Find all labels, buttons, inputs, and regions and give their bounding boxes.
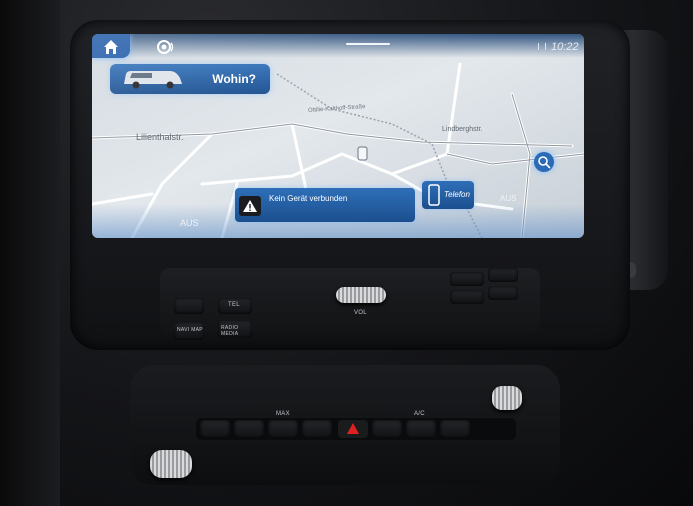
drag-handle[interactable] bbox=[346, 43, 390, 45]
volume-knob[interactable] bbox=[336, 287, 386, 303]
notification-banner[interactable]: Kein Gerät verbunden bbox=[235, 188, 415, 222]
tel-label: TEL bbox=[228, 302, 240, 308]
map-settings-icon bbox=[538, 156, 551, 169]
rear-climate-button[interactable] bbox=[440, 420, 470, 438]
airflow-button[interactable] bbox=[302, 420, 332, 438]
right-temperature-knob[interactable] bbox=[492, 386, 522, 410]
car-button[interactable] bbox=[450, 290, 484, 304]
home-icon bbox=[104, 40, 118, 54]
warning-badge bbox=[239, 196, 261, 216]
clock: 10:22 bbox=[551, 41, 579, 53]
seat-heat-button[interactable] bbox=[200, 420, 230, 438]
left-temperature-knob[interactable] bbox=[150, 450, 192, 478]
signal-icon bbox=[538, 43, 546, 50]
phone-button[interactable]: Telefon bbox=[422, 181, 474, 209]
volume-label: VOL bbox=[354, 310, 367, 316]
destination-button[interactable]: Wohin? bbox=[110, 64, 270, 94]
tel-button[interactable]: TEL bbox=[218, 298, 252, 314]
hazard-icon bbox=[347, 423, 359, 434]
voice-assistant-button[interactable] bbox=[156, 39, 178, 55]
phone-icon bbox=[428, 184, 440, 206]
left-status-label[interactable]: AUS bbox=[180, 218, 199, 228]
home-button[interactable] bbox=[92, 34, 130, 58]
infotainment-screen[interactable]: 10:22 Wohin? Lilienthalstr. Lindberghstr… bbox=[92, 34, 584, 238]
back-button[interactable] bbox=[450, 272, 484, 286]
street-label-lilienthal: Lilienthalstr. bbox=[136, 132, 184, 142]
ac-label: A/C bbox=[414, 411, 425, 417]
van-icon bbox=[124, 71, 182, 89]
camera-button[interactable] bbox=[174, 298, 204, 314]
phone-label: Telefon bbox=[444, 190, 470, 199]
hazard-button[interactable] bbox=[338, 420, 368, 438]
notification-text: Kein Gerät verbunden bbox=[269, 194, 348, 203]
map-options-button[interactable] bbox=[534, 152, 554, 172]
radio-label: RADIO MEDIA bbox=[221, 325, 239, 337]
right-status-label[interactable]: AUS bbox=[500, 194, 516, 203]
warning-icon bbox=[243, 200, 257, 212]
street-label-lindbergh: Lindberghstr. bbox=[442, 126, 483, 133]
front-defrost-button[interactable]: MAX bbox=[268, 411, 298, 438]
defrost-label: MAX bbox=[276, 411, 290, 417]
destination-label: Wohin? bbox=[212, 72, 256, 86]
navi-label: NAVI MAP bbox=[177, 327, 203, 333]
navi-button[interactable]: NAVI MAP bbox=[174, 322, 204, 340]
recirculation-button[interactable] bbox=[372, 420, 402, 438]
fan-button[interactable] bbox=[488, 268, 518, 282]
skip-button[interactable] bbox=[488, 286, 518, 300]
ac-button[interactable]: A/C bbox=[406, 411, 436, 438]
dash-left-panel bbox=[0, 0, 60, 506]
radio-button[interactable]: RADIO MEDIA bbox=[218, 320, 252, 338]
voice-assistant-icon bbox=[157, 40, 174, 54]
rear-defrost-button[interactable] bbox=[234, 420, 264, 438]
